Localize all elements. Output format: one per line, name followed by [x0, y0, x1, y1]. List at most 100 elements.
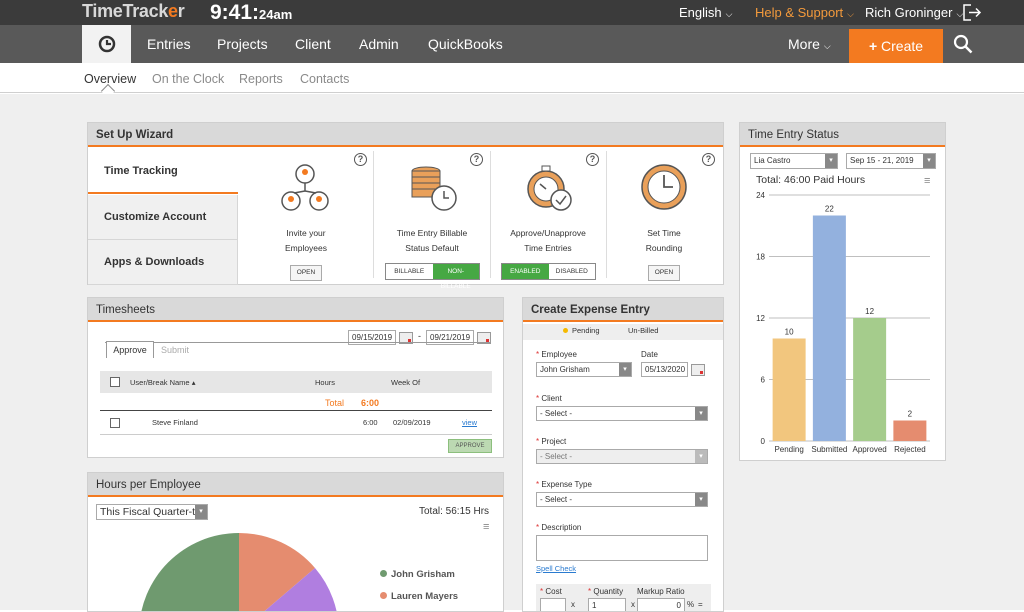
row-checkbox[interactable]: [110, 418, 120, 428]
help-icon[interactable]: ?: [354, 153, 367, 166]
nav-client[interactable]: Client: [295, 36, 331, 52]
client-label: * Client: [536, 394, 562, 403]
row-week: 02/09/2019: [393, 418, 431, 427]
project-select[interactable]: - Select - ▾: [536, 449, 708, 464]
help-icon[interactable]: ?: [702, 153, 715, 166]
total-label: Total: [325, 398, 345, 408]
wizard-tab-customize-account[interactable]: Customize Account: [88, 195, 238, 240]
open-rounding-button[interactable]: OPEN: [648, 265, 680, 281]
clock-logo-icon: [98, 35, 116, 53]
markup-label: Markup Ratio: [637, 587, 685, 596]
home-button[interactable]: [82, 25, 131, 63]
nav-more[interactable]: More ⌵: [788, 36, 831, 52]
billable-toggle[interactable]: BILLABLE NON-BILLABLE: [385, 263, 480, 290]
multiply-sign: x: [571, 600, 575, 609]
bar-submitted: [812, 215, 846, 441]
table-row: Steve Finland 6:00 02/09/2019 view: [100, 411, 492, 435]
divider: [606, 151, 607, 278]
panel-title: Timesheets: [88, 298, 503, 322]
search-icon[interactable]: [953, 34, 974, 55]
description-field[interactable]: [536, 535, 708, 561]
total-value: 6:00: [361, 398, 380, 408]
legend-item: John Grisham: [380, 569, 455, 580]
calendar-icon[interactable]: [691, 364, 705, 376]
tab-on-the-clock[interactable]: On the Clock: [152, 72, 224, 86]
y-tick-label: 24: [756, 191, 765, 200]
week-select[interactable]: Sep 15 - 21, 2019 ▾: [846, 153, 936, 169]
logout-icon[interactable]: [962, 3, 982, 22]
rounding-clock-icon: [641, 164, 687, 210]
disabled-option[interactable]: DISABLED: [549, 264, 596, 279]
user-select[interactable]: Lia Castro ▾: [750, 153, 838, 169]
app-logo[interactable]: TimeTracker: [82, 1, 185, 22]
top-bar: TimeTracker 9:41:24am English ⌵ Help & Su…: [0, 0, 1024, 25]
tab-contacts[interactable]: Contacts: [300, 72, 349, 86]
col-user[interactable]: User/Break Name ▴: [130, 378, 195, 387]
bar-value-label: 2: [908, 410, 913, 419]
bar-value-label: 12: [865, 307, 874, 316]
help-support-menu[interactable]: Help & Support ⌵: [755, 5, 854, 20]
invite-people-icon: [281, 164, 329, 211]
user-menu[interactable]: Rich Groninger ⌵: [865, 5, 963, 20]
description-label: * Description: [536, 523, 582, 532]
row-name: Steve Finland: [152, 418, 198, 427]
time-entry-status-panel: Time Entry Status Lia Castro ▾ Sep 15 - 2…: [739, 122, 946, 461]
approve-button[interactable]: APPROVE: [448, 439, 492, 453]
coins-clock-icon: [411, 166, 457, 211]
expense-type-select[interactable]: - Select - ▾: [536, 492, 708, 507]
create-button[interactable]: + Create: [849, 29, 943, 63]
equals-sign: =: [698, 600, 703, 609]
non-billable-option[interactable]: NON-BILLABLE: [432, 264, 479, 290]
expense-date-field[interactable]: 05/13/2020: [641, 362, 688, 377]
employee-select[interactable]: John Grisham ▾: [536, 362, 632, 377]
step-title: Time Entry Billable Status Default: [396, 228, 468, 253]
y-tick-label: 18: [756, 253, 765, 262]
tab-submit[interactable]: Submit: [161, 345, 189, 355]
x-tick-label: Approved: [853, 445, 887, 454]
legend-item: Lauren Mayers: [380, 591, 458, 602]
tab-overview[interactable]: Overview: [84, 72, 136, 86]
chevron-down-icon: ▾: [195, 505, 207, 519]
open-invite-button[interactable]: OPEN: [290, 265, 322, 281]
menu-icon[interactable]: ≡: [483, 522, 489, 533]
client-select[interactable]: - Select - ▾: [536, 406, 708, 421]
help-icon[interactable]: ?: [586, 153, 599, 166]
cost-label: * Cost: [540, 587, 562, 596]
period-select[interactable]: This Fiscal Quarter-t ▾: [96, 504, 208, 520]
wizard-tab-apps-downloads[interactable]: Apps & Downloads: [88, 240, 238, 285]
y-tick-label: 12: [756, 314, 765, 323]
help-icon[interactable]: ?: [470, 153, 483, 166]
nav-admin[interactable]: Admin: [359, 36, 399, 52]
expense-entry-panel: Create Expense Entry Pending Un-Billed *…: [522, 297, 724, 612]
divider: [490, 151, 491, 278]
billable-option[interactable]: BILLABLE: [386, 264, 433, 279]
bar-pending: [772, 338, 806, 441]
main-nav: Entries Projects Client Admin QuickBooks…: [0, 25, 1024, 63]
sort-up-icon: ▴: [191, 378, 196, 387]
tab-underline: [105, 342, 491, 343]
hours-per-employee-panel: Hours per Employee This Fiscal Quarter-t…: [87, 472, 504, 612]
tab-approve[interactable]: Approve: [106, 341, 154, 358]
divider: [373, 151, 374, 278]
nav-projects[interactable]: Projects: [217, 36, 268, 52]
project-label: * Project: [536, 437, 567, 446]
percent-sign: %: [687, 600, 695, 609]
tab-reports[interactable]: Reports: [239, 72, 283, 86]
plus-icon: +: [868, 38, 882, 54]
approve-toggle[interactable]: ENABLED DISABLED: [501, 263, 596, 280]
x-tick-label: Rejected: [894, 445, 926, 454]
expense-legend: Pending Un-Billed: [523, 324, 723, 340]
language-select[interactable]: English ⌵: [679, 5, 732, 20]
spell-check-link[interactable]: Spell Check: [536, 564, 576, 573]
nav-entries[interactable]: Entries: [147, 36, 191, 52]
chevron-down-icon: ▾: [695, 407, 707, 420]
date-label: Date: [641, 350, 658, 359]
enabled-option[interactable]: ENABLED: [502, 264, 549, 279]
wizard-tab-time-tracking[interactable]: Time Tracking: [88, 149, 238, 194]
view-link[interactable]: view: [462, 418, 477, 427]
select-all-checkbox[interactable]: [110, 377, 120, 387]
chevron-down-icon: ▾: [619, 363, 631, 376]
chevron-down-icon: ▾: [825, 154, 837, 168]
nav-quickbooks[interactable]: QuickBooks: [428, 36, 503, 52]
quantity-label: * Quantity: [588, 587, 624, 596]
